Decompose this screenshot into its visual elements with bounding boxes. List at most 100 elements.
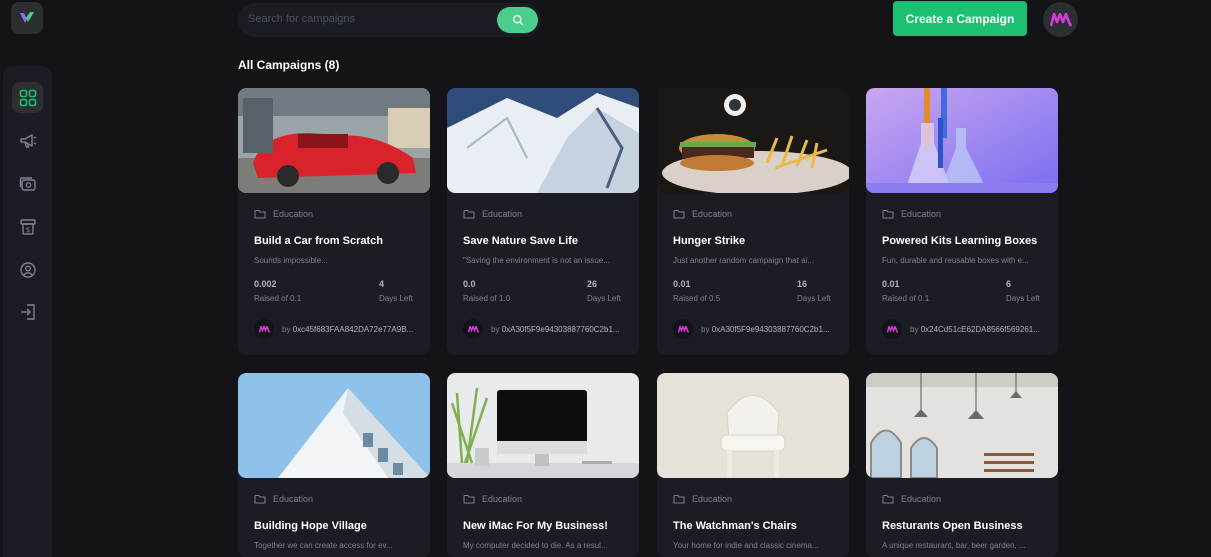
profile-avatar[interactable] bbox=[1043, 2, 1078, 37]
owner-logo-icon bbox=[467, 325, 479, 333]
category-label: Education bbox=[482, 494, 523, 504]
megaphone-icon bbox=[19, 133, 36, 148]
campaign-title: The Watchman's Chairs bbox=[673, 520, 797, 532]
owner-logo-icon bbox=[677, 325, 689, 333]
days-left-label: Days Left bbox=[379, 294, 413, 303]
campaign-card[interactable]: Education Building Hope Village Together… bbox=[238, 373, 430, 557]
raised-label: Raised of 0.1 bbox=[254, 294, 302, 303]
folder-icon bbox=[673, 210, 685, 219]
category-label: Education bbox=[692, 209, 733, 219]
profile-icon bbox=[19, 261, 36, 278]
owner-address: by 0xc45f683FAA842DA72e77A9B... bbox=[282, 325, 413, 334]
folder-icon bbox=[463, 210, 475, 219]
owner-address: by 0x24Cd51cE62DA8566f569261... bbox=[910, 325, 1040, 334]
campaign-image bbox=[657, 88, 849, 193]
campaign-card[interactable]: Education New iMac For My Business! My c… bbox=[447, 373, 639, 557]
owner-avatar bbox=[254, 319, 274, 339]
owner-row: by 0x24Cd51cE62DA8566f569261... bbox=[882, 319, 1050, 339]
folder-icon bbox=[673, 495, 685, 504]
campaign-image bbox=[238, 88, 430, 193]
user-avatar-icon bbox=[1049, 12, 1072, 27]
campaign-image bbox=[238, 373, 430, 478]
category-label: Education bbox=[273, 494, 314, 504]
campaign-card[interactable]: Education The Watchman's Chairs Your hom… bbox=[657, 373, 849, 557]
days-left-label: Days Left bbox=[1006, 294, 1040, 303]
campaign-description: Fun, durable and reusable boxes with e..… bbox=[882, 256, 1029, 265]
campaign-card[interactable]: Education Hunger Strike Just another ran… bbox=[657, 88, 849, 355]
category-label: Education bbox=[273, 209, 314, 219]
withdraw-icon: $ bbox=[19, 218, 36, 235]
folder-icon bbox=[254, 495, 266, 504]
logout-icon bbox=[20, 303, 35, 320]
campaign-card[interactable]: Education Build a Car from Scratch Sound… bbox=[238, 88, 430, 355]
category-row: Education bbox=[254, 494, 313, 504]
owner-address: by 0xA30f5F9e94303887760C2b1... bbox=[491, 325, 620, 334]
owner-logo-icon bbox=[258, 325, 270, 333]
folder-icon bbox=[254, 210, 266, 219]
campaign-card[interactable]: Education Powered Kits Learning Boxes Fu… bbox=[866, 88, 1058, 355]
campaign-title: New iMac For My Business! bbox=[463, 520, 608, 532]
days-left-value: 4 bbox=[379, 279, 385, 289]
category-row: Education bbox=[882, 494, 941, 504]
sidebar-item-dashboard[interactable] bbox=[12, 82, 43, 113]
dashboard-icon bbox=[19, 89, 36, 106]
campaign-image bbox=[866, 373, 1058, 478]
days-left-label: Days Left bbox=[587, 294, 621, 303]
raised-amount: 0.0 bbox=[463, 279, 476, 289]
category-label: Education bbox=[692, 494, 733, 504]
svg-text:$: $ bbox=[25, 226, 29, 234]
sidebar-item-campaign[interactable] bbox=[12, 125, 43, 156]
campaign-title: Save Nature Save Life bbox=[463, 235, 578, 247]
days-left-value: 16 bbox=[797, 279, 808, 289]
category-row: Education bbox=[673, 494, 732, 504]
app-logo[interactable] bbox=[11, 2, 43, 34]
search-bar[interactable]: Search for campaigns bbox=[238, 3, 541, 37]
owner-row: by 0xA30f5F9e94303887760C2b1... bbox=[673, 319, 841, 339]
by-label: by bbox=[282, 324, 291, 334]
owner-avatar bbox=[882, 319, 902, 339]
sidebar-item-logout[interactable] bbox=[12, 296, 43, 327]
owner-avatar bbox=[463, 319, 483, 339]
campaign-card[interactable]: Education Resturants Open Business A uni… bbox=[866, 373, 1058, 557]
days-left-value: 6 bbox=[1006, 279, 1012, 289]
campaign-description: "Saving the environment is not an issue.… bbox=[463, 256, 610, 265]
by-label: by bbox=[910, 324, 919, 334]
campaign-title: Building Hope Village bbox=[254, 520, 367, 532]
owner-row: by 0xc45f683FAA842DA72e77A9B... bbox=[254, 319, 422, 339]
owner-address: by 0xA30f5F9e94303887760C2b1... bbox=[701, 325, 830, 334]
search-button[interactable] bbox=[497, 7, 538, 33]
raised-amount: 0.01 bbox=[673, 279, 691, 289]
owner-address-value: 0xc45f683FAA842DA72e77A9B... bbox=[292, 324, 414, 334]
category-label: Education bbox=[901, 209, 942, 219]
campaign-title: Resturants Open Business bbox=[882, 520, 1023, 532]
campaign-image bbox=[447, 88, 639, 193]
by-label: by bbox=[701, 324, 710, 334]
sidebar: $ bbox=[3, 66, 52, 557]
section-title: All Campaigns (8) bbox=[238, 58, 340, 72]
campaign-image bbox=[866, 88, 1058, 193]
category-label: Education bbox=[901, 494, 942, 504]
owner-avatar bbox=[673, 319, 693, 339]
folder-icon bbox=[882, 495, 894, 504]
category-row: Education bbox=[254, 209, 313, 219]
category-label: Education bbox=[482, 209, 523, 219]
campaign-description: Just another random campaign that ai... bbox=[673, 256, 814, 265]
owner-address-value: 0xA30f5F9e94303887760C2b1... bbox=[501, 324, 620, 334]
campaign-image bbox=[657, 373, 849, 478]
sidebar-item-withdraw[interactable]: $ bbox=[12, 211, 43, 242]
category-row: Education bbox=[463, 209, 522, 219]
raised-amount: 0.002 bbox=[254, 279, 277, 289]
by-label: by bbox=[491, 324, 500, 334]
days-left-value: 26 bbox=[587, 279, 598, 289]
campaign-card[interactable]: Education Save Nature Save Life "Saving … bbox=[447, 88, 639, 355]
campaign-description: Together we can create access for ev... bbox=[254, 541, 393, 550]
search-input[interactable]: Search for campaigns bbox=[248, 13, 355, 25]
sidebar-item-payment[interactable] bbox=[12, 168, 43, 199]
owner-address-value: 0xA30f5F9e94303887760C2b1... bbox=[711, 324, 830, 334]
logo-icon bbox=[20, 12, 34, 23]
campaign-image bbox=[447, 373, 639, 478]
raised-label: Raised of 1.0 bbox=[463, 294, 511, 303]
sidebar-item-profile[interactable] bbox=[12, 254, 43, 285]
create-campaign-button[interactable]: Create a Campaign bbox=[893, 1, 1027, 36]
raised-label: Raised of 0.1 bbox=[882, 294, 930, 303]
